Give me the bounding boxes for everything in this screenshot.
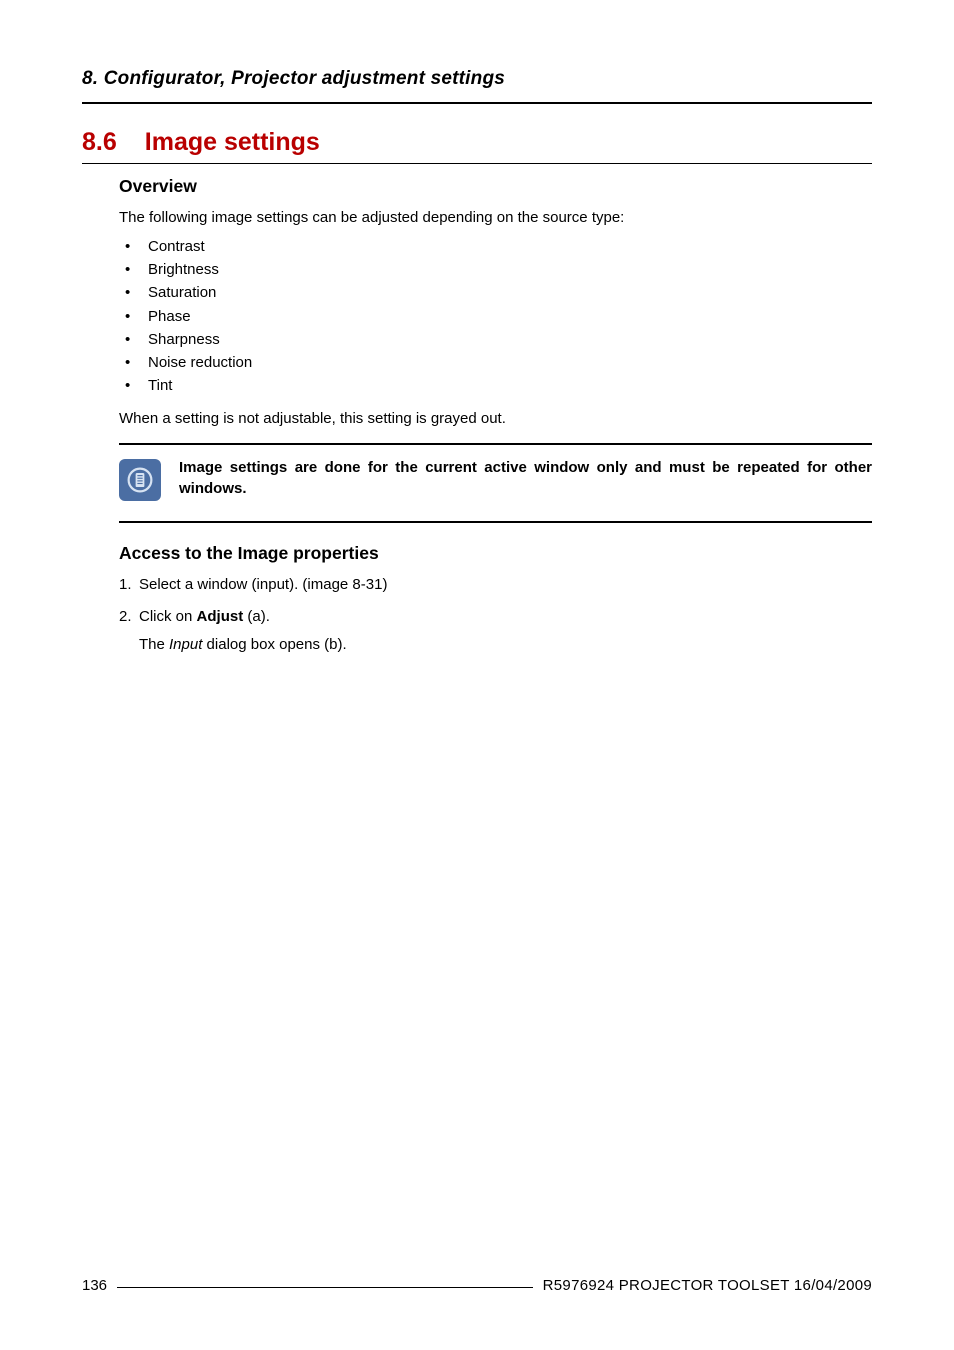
section-number: 8.6 — [82, 128, 117, 157]
note-icon — [119, 459, 161, 501]
step-2: Click on Adjust (a). — [119, 606, 872, 628]
access-steps: Select a window (input). (image 8-31) Cl… — [119, 574, 872, 628]
section-heading: 8.6 Image settings — [82, 128, 872, 157]
step2-post: (a). — [243, 608, 270, 625]
footer-doc: R5976924 PROJECTOR TOOLSET 16/04/2009 — [543, 1277, 872, 1294]
list-item: Saturation — [122, 281, 872, 304]
step2-pre: Click on — [139, 608, 197, 625]
content-area: Overview The following image settings ca… — [82, 176, 872, 656]
list-item: Brightness — [122, 258, 872, 281]
sub-post: dialog box opens (b). — [202, 636, 346, 653]
sub-pre: The — [139, 636, 169, 653]
step2-bold: Adjust — [197, 608, 244, 625]
overview-after: When a setting is not adjustable, this s… — [119, 408, 872, 430]
page-number: 136 — [82, 1277, 107, 1294]
access-heading: Access to the Image properties — [119, 543, 872, 564]
footer-line — [117, 1287, 533, 1288]
section-title: Image settings — [145, 128, 320, 157]
overview-intro: The following image settings can be adju… — [119, 207, 872, 229]
step2-sub: The Input dialog box opens (b). — [119, 634, 872, 656]
header-rule — [82, 102, 872, 104]
chapter-header: 8. Configurator, Projector adjustment se… — [82, 68, 872, 90]
footer: 136 R5976924 PROJECTOR TOOLSET 16/04/200… — [82, 1277, 872, 1294]
overview-heading: Overview — [119, 176, 872, 197]
list-item: Contrast — [122, 235, 872, 258]
list-item: Noise reduction — [122, 351, 872, 374]
note-block: Image settings are done for the current … — [119, 443, 872, 523]
list-item: Sharpness — [122, 328, 872, 351]
step-1: Select a window (input). (image 8-31) — [119, 574, 872, 596]
section-rule — [82, 163, 872, 164]
note-text: Image settings are done for the current … — [179, 457, 872, 499]
list-item: Tint — [122, 374, 872, 397]
sub-italic: Input — [169, 636, 202, 653]
list-item: Phase — [122, 305, 872, 328]
overview-list: Contrast Brightness Saturation Phase Sha… — [119, 235, 872, 398]
